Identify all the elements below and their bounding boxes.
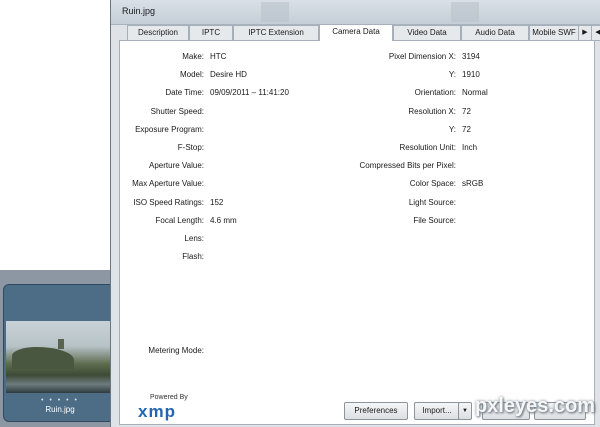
field-value-right-orientation[interactable]: Normal: [462, 87, 488, 99]
title-bar[interactable]: Ruin.jpg: [111, 0, 600, 25]
field-row-left-flash: Flash:: [120, 251, 594, 263]
field-row-metering-mode: Metering Mode:: [120, 345, 594, 357]
preferences-button[interactable]: Preferences: [344, 402, 408, 420]
field-row-right-file-source: File Source:: [120, 215, 594, 227]
thumbnail-ruin: [58, 339, 64, 349]
tab-scroll-left-icon[interactable]: ◀: [591, 25, 600, 41]
thumbnail-rating-dots[interactable]: • • • • •: [4, 397, 116, 404]
tab-description[interactable]: Description: [127, 25, 189, 40]
tab-video-data[interactable]: Video Data: [393, 25, 461, 40]
import-button[interactable]: Import...: [414, 402, 460, 420]
tab-iptc[interactable]: IPTC: [189, 25, 233, 40]
pxleyes-watermark: pxleyes.com: [475, 395, 596, 417]
field-row-right-compressed-bits-per-pixel: Compressed Bits per Pixel:: [120, 160, 594, 172]
field-row-right-resolution-x: Resolution X: 72: [120, 106, 594, 118]
tab-strip: Description IPTC IPTC Extension Camera D…: [119, 24, 600, 41]
field-label-right-y: Y:: [448, 124, 456, 134]
background-top: [0, 0, 112, 270]
import-dropdown-icon[interactable]: ▼: [458, 402, 472, 420]
field-label-right-y: Y:: [448, 70, 456, 80]
powered-by-text: Powered By: [150, 394, 188, 401]
field-label-metering-mode: Metering Mode:: [148, 346, 204, 355]
field-value-right-y[interactable]: 1910: [462, 69, 480, 81]
xmp-logo-text: xmp: [138, 402, 176, 421]
tab-scroll-right-icon[interactable]: ▶: [578, 25, 592, 41]
field-label-right-orientation: Orientation:: [414, 88, 456, 98]
field-row-right-orientation: Orientation: Normal: [120, 87, 594, 99]
field-label-right-file-source: File Source:: [413, 215, 456, 225]
title-bar-shadow: [451, 2, 479, 22]
field-value-right-y[interactable]: 72: [462, 124, 471, 136]
xmp-logo: Powered By xmp: [130, 394, 200, 424]
field-row-right-y: Y: 72: [120, 124, 594, 136]
field-label-right-pixel-dimension-x: Pixel Dimension X:: [388, 52, 456, 61]
field-label-left-lens: Lens:: [184, 234, 204, 243]
field-label-left-flash: Flash:: [182, 252, 204, 262]
file-info-dialog: Ruin.jpg Description IPTC IPTC Extension…: [110, 0, 600, 427]
tab-audio-data[interactable]: Audio Data: [461, 25, 529, 40]
field-row-left-lens: Lens:: [120, 233, 594, 245]
title-bar-shadow: [261, 2, 289, 22]
thumbnail-image[interactable]: [6, 321, 114, 393]
field-value-right-pixel-dimension-x[interactable]: 3194: [462, 51, 480, 63]
tab-iptc-extension[interactable]: IPTC Extension: [233, 25, 319, 40]
field-row-right-color-space: Color Space: sRGB: [120, 178, 594, 190]
field-value-right-resolution-x[interactable]: 72: [462, 106, 471, 118]
tab-camera-data[interactable]: Camera Data: [319, 24, 393, 41]
tab-mobile-swf[interactable]: Mobile SWF: [529, 25, 579, 40]
thumbnail-hill: [12, 347, 74, 369]
field-label-right-compressed-bits-per-pixel: Compressed Bits per Pixel:: [359, 161, 456, 171]
field-label-right-resolution-unit: Resolution Unit:: [399, 143, 456, 152]
field-label-right-light-source: Light Source:: [408, 197, 456, 207]
field-value-right-color-space[interactable]: sRGB: [462, 178, 483, 190]
field-row-right-light-source: Light Source:: [120, 197, 594, 209]
field-row-right-y: Y: 1910: [120, 69, 594, 81]
field-label-right-resolution-x: Resolution X:: [408, 106, 456, 116]
window-title: Ruin.jpg: [122, 6, 156, 16]
field-row-right-pixel-dimension-x: Pixel Dimension X: 3194: [120, 51, 594, 63]
camera-data-panel: Make: HTC Model: Desire HD Date Time: 09/09/2…: [119, 40, 595, 425]
field-row-right-resolution-unit: Resolution Unit: Inch: [120, 142, 594, 154]
field-value-right-resolution-unit[interactable]: Inch: [462, 142, 477, 154]
field-label-right-color-space: Color Space:: [409, 179, 456, 189]
thumbnail-label: Ruin.jpg: [45, 405, 75, 414]
thumbnail-panel[interactable]: • • • • • Ruin.jpg: [3, 284, 117, 422]
